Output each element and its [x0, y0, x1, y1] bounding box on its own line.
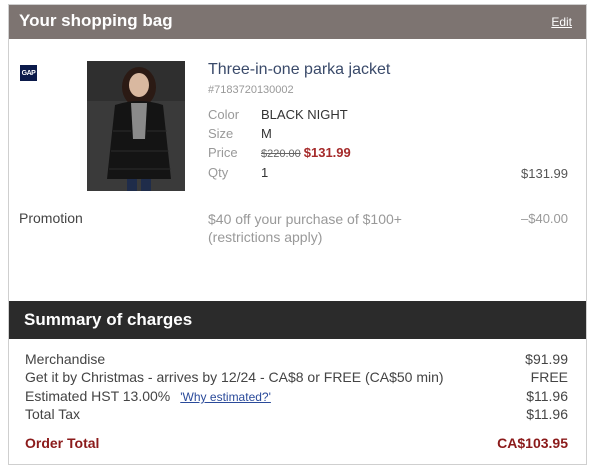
summary-row-label: Get it by Christmas - arrives by 12/24 -…: [25, 369, 444, 385]
summary-row-label: Total Tax: [25, 406, 80, 422]
qty-label: Qty: [208, 165, 229, 180]
summary-title: Summary of charges: [24, 310, 193, 329]
order-total-row: Order Total CA$103.95: [9, 435, 586, 455]
product-name-link[interactable]: Three-in-one parka jacket: [208, 61, 390, 79]
price-value: $220.00 $131.99: [261, 145, 351, 160]
summary-row-value: FREE: [530, 369, 568, 385]
summary-row-label-wrap: Estimated HST 13.00% 'Why estimated?': [25, 388, 271, 404]
price-original: $220.00: [261, 148, 301, 160]
promotion-label: Promotion: [19, 210, 83, 226]
summary-row-value: $11.96: [526, 388, 568, 404]
order-total-label: Order Total: [25, 435, 100, 451]
price-label: Price: [208, 145, 238, 160]
summary-row-value: $11.96: [526, 406, 568, 422]
gap-logo-icon: GAP: [20, 65, 37, 81]
product-sku: #7183720130002: [208, 84, 294, 96]
summary-row-total-tax: Total Tax $11.96: [9, 406, 586, 424]
color-label: Color: [208, 107, 240, 122]
price-sale: $131.99: [303, 145, 351, 160]
bag-title: Your shopping bag: [19, 11, 173, 30]
qty-value: 1: [261, 165, 269, 180]
summary-row-merchandise: Merchandise $91.99: [9, 351, 586, 369]
line-total: $131.99: [521, 166, 568, 181]
summary-row-hst: Estimated HST 13.00% 'Why estimated?' $11…: [9, 388, 586, 406]
shopping-bag-panel: Your shopping bag Edit GAP Three-in-one …: [8, 4, 587, 465]
promotion-amount: –$40.00: [521, 211, 568, 226]
summary-row-label: Estimated HST 13.00%: [25, 388, 171, 404]
color-value: BLACK NIGHT: [261, 107, 348, 122]
parka-photo-icon: [87, 61, 185, 191]
size-value: M: [261, 126, 272, 141]
summary-row-value: $91.99: [525, 351, 568, 367]
bag-header: Your shopping bag Edit: [9, 5, 586, 39]
order-total-value: CA$103.95: [497, 435, 568, 451]
product-image[interactable]: [87, 61, 185, 191]
promotion-description: $40 off your purchase of $100+ (restrict…: [208, 211, 402, 245]
edit-link[interactable]: Edit: [551, 15, 572, 29]
summary-row-label: Merchandise: [25, 351, 106, 367]
why-estimated-link[interactable]: 'Why estimated?': [180, 390, 271, 404]
summary-header: Summary of charges: [9, 301, 586, 339]
summary-row-shipping: Get it by Christmas - arrives by 12/24 -…: [9, 369, 586, 387]
size-label: Size: [208, 126, 234, 141]
